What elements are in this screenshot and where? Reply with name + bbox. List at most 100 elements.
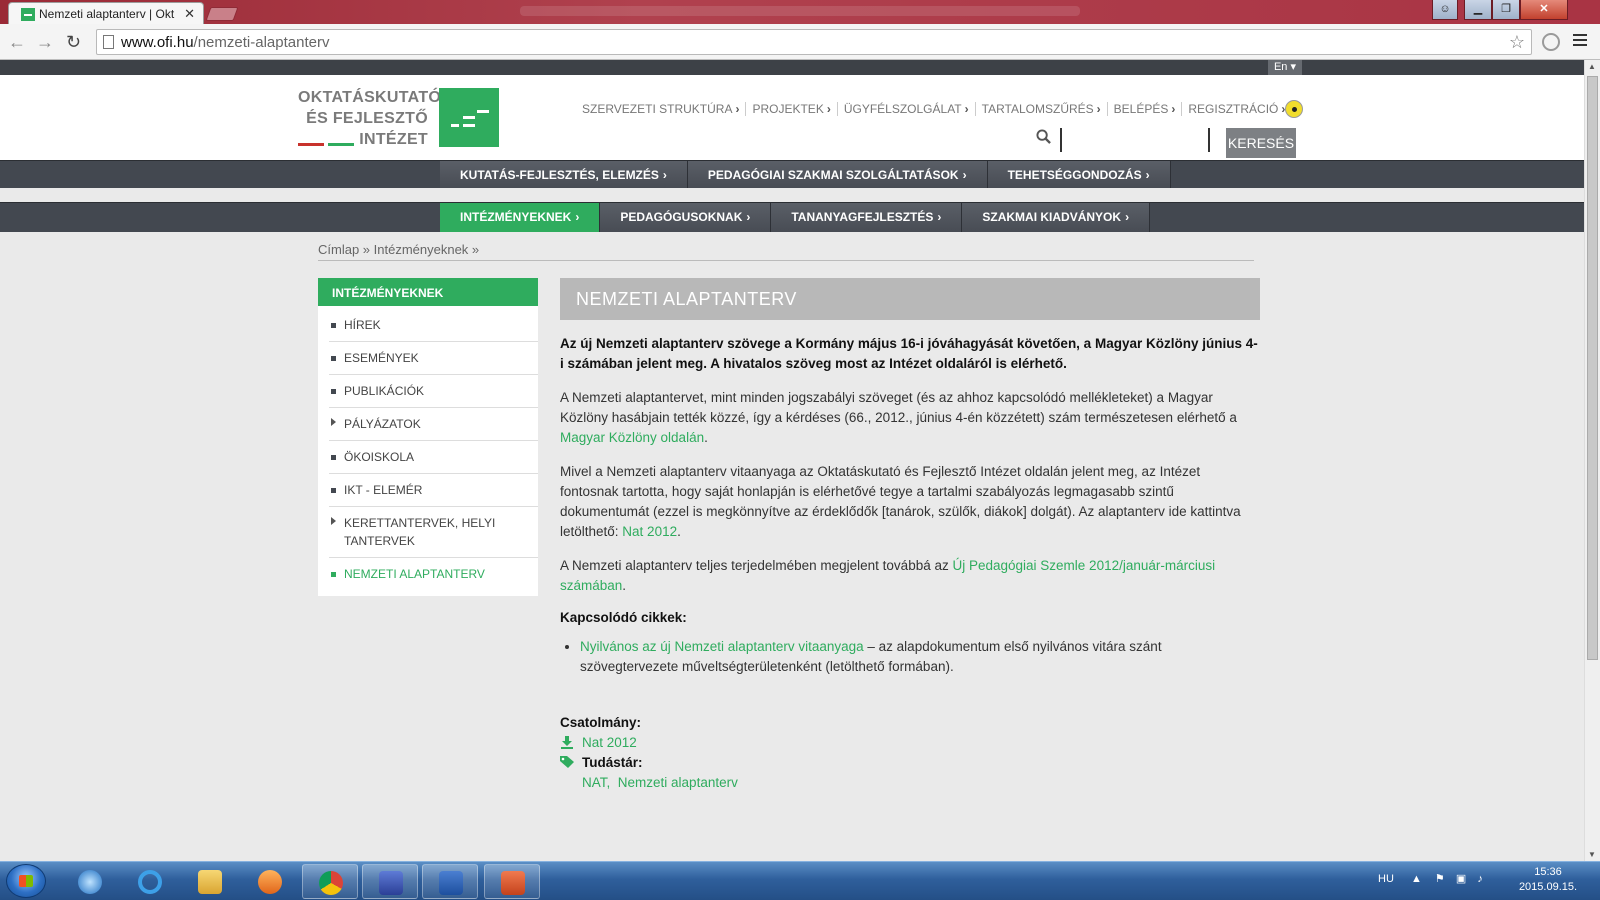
profile-icon[interactable]: ☺: [1432, 0, 1458, 20]
topnav-projektek[interactable]: PROJEKTEK ›: [745, 102, 836, 116]
input-language[interactable]: HU: [1378, 873, 1394, 885]
action-center-flag-icon[interactable]: ⚑: [1435, 873, 1445, 885]
download-icon[interactable]: [560, 735, 574, 749]
topnav-belepes[interactable]: BELÉPÉS ›: [1106, 102, 1182, 116]
topnav-label: REGISZTRÁCIÓ: [1188, 102, 1279, 116]
browser-tab[interactable]: Nemzeti alaptanterv | Okt ✕: [8, 2, 204, 24]
window-titlebar: Nemzeti alaptanterv | Okt ✕ ☺ ▁ ❐ ✕: [0, 0, 1600, 24]
page-viewport: En ▾ OKTATÁSKUTATÓ ÉS FEJLESZTŐ INTÉZET …: [0, 60, 1584, 861]
taskbar-app-internet-explorer[interactable]: [122, 864, 178, 899]
chevron-right-icon: ›: [962, 168, 967, 182]
chevron-right-icon: ›: [937, 210, 942, 224]
sidebar-item-publikaciok[interactable]: PUBLIKÁCIÓK: [329, 375, 538, 408]
attachment-link[interactable]: Nat 2012: [582, 735, 637, 750]
nav-pedagogiai-szolgaltatasok[interactable]: PEDAGÓGIAI SZAKMAI SZOLGÁLTATÁSOK ›: [687, 161, 988, 188]
attachments-section: Csatolmány: Nat 2012 Tudástár: NAT, Nemz…: [560, 713, 1260, 793]
sidebar-item-okoiskola[interactable]: ÖKOISKOLA: [329, 441, 538, 474]
chevron-right-icon: ›: [1171, 102, 1176, 116]
sidebar-item-ikt-elemer[interactable]: IKT - ELEMÉR: [329, 474, 538, 507]
show-hidden-icons-icon[interactable]: ▲: [1411, 873, 1422, 885]
topnav-szervezeti-struktura[interactable]: SZERVEZETI STRUKTÚRA ›: [576, 102, 745, 116]
topnav-label: ÜGYFÉLSZOLGÁLAT: [843, 102, 962, 116]
nav-kutatas-fejlesztes[interactable]: KUTATÁS-FEJLESZTÉS, ELEMZÉS ›: [440, 161, 688, 188]
nav-label: SZAKMAI KIADVÁNYOK: [982, 210, 1122, 224]
page-scrollbar[interactable]: ▲ ▼: [1584, 60, 1600, 861]
nav-pedagogusoknak[interactable]: PEDAGÓGUSOKNAK ›: [600, 203, 772, 232]
floppy-disk-icon: [379, 871, 403, 895]
system-clock[interactable]: 15:36 2015.09.15.: [1508, 865, 1588, 895]
related-article-link[interactable]: Nyilvános az új Nemzeti alaptanterv vita…: [580, 639, 864, 654]
taskbar-app-chrome[interactable]: [302, 864, 358, 899]
taskbar-app-browser-blue[interactable]: [62, 864, 118, 899]
scroll-down-icon[interactable]: ▼: [1588, 850, 1596, 859]
taskbar-app-explorer[interactable]: [182, 864, 238, 899]
taskbar-app-powerpoint[interactable]: [484, 864, 540, 899]
related-articles-list: Nyilvános az új Nemzeti alaptanterv vita…: [560, 637, 1260, 677]
nat-2012-link[interactable]: Nat 2012: [622, 524, 677, 539]
topnav-tartalomszures[interactable]: TARTALOMSZŰRÉS ›: [974, 102, 1107, 116]
breadcrumb[interactable]: Címlap » Intézményeknek »: [318, 242, 479, 257]
top-navigation: SZERVEZETI STRUKTÚRA › PROJEKTEK › ÜGYFÉLSZO…: [576, 101, 1291, 117]
sidebar-header[interactable]: INTÉZMÉNYEKNEK: [318, 278, 538, 306]
system-tray: HU ▲ ⚑ ▣ ♪: [1378, 872, 1483, 885]
browser-menu-icon[interactable]: [1573, 34, 1587, 49]
nav-label: PEDAGÓGIAI SZAKMAI SZOLGÁLTATÁSOK: [707, 168, 959, 182]
taskbar-app-word[interactable]: [422, 864, 478, 899]
start-button[interactable]: [6, 864, 46, 898]
taskbar-app-media-player[interactable]: [242, 864, 298, 899]
ie-icon: [138, 870, 162, 894]
search-icon[interactable]: [1036, 129, 1051, 144]
nav-label: TEHETSÉGGONDOZÁS: [1007, 168, 1142, 182]
site-favicon-icon: [21, 8, 35, 21]
maximize-button[interactable]: ❐: [1492, 0, 1520, 20]
minimize-button[interactable]: ▁: [1464, 0, 1492, 20]
taskbar-app-save[interactable]: [362, 864, 418, 899]
topnav-regisztracio[interactable]: REGISZTRÁCIÓ ›: [1181, 102, 1291, 116]
site-logo-text[interactable]: OKTATÁSKUTATÓ ÉS FEJLESZTŐ INTÉZET: [298, 87, 441, 150]
tag-link[interactable]: Nemzeti alaptanterv: [618, 775, 738, 790]
sidebar-item-esemenyek[interactable]: ESEMÉNYEK: [329, 342, 538, 375]
search-button[interactable]: KERESÉS: [1226, 128, 1296, 158]
nav-intezmenyeknek[interactable]: INTÉZMÉNYEKNEK ›: [440, 203, 601, 232]
new-tab-button[interactable]: [205, 7, 239, 21]
article-paragraph: A Nemzeti alaptanterv teljes terjedelméb…: [560, 556, 1260, 596]
sidebar-item-hirek[interactable]: HÍREK: [329, 309, 538, 342]
nav-label: TANANYAGFEJLESZTÉS: [791, 210, 934, 224]
nav-tehetseggondozas[interactable]: TEHETSÉGGONDOZÁS ›: [987, 161, 1171, 188]
url-text[interactable]: www.ofi.hu/nemzeti-alaptanterv: [121, 34, 329, 51]
sidebar-item-palyazatok[interactable]: PÁLYÁZATOK: [329, 408, 538, 441]
tag-link[interactable]: NAT,: [582, 775, 610, 790]
address-bar[interactable]: www.ofi.hu/nemzeti-alaptanterv ☆: [96, 29, 1532, 55]
sidebar-item-label: IKT - ELEMÉR: [344, 483, 423, 497]
scrollbar-thumb[interactable]: [1587, 76, 1598, 660]
magyar-kozlony-link[interactable]: Magyar Közlöny oldalán: [560, 430, 704, 445]
tab-close-icon[interactable]: ✕: [184, 6, 195, 22]
close-window-button[interactable]: ✕: [1520, 0, 1568, 20]
accessibility-icon[interactable]: [1285, 100, 1303, 118]
back-button[interactable]: ←: [8, 32, 26, 52]
volume-icon[interactable]: ♪: [1477, 873, 1483, 885]
chevron-right-icon: ›: [964, 102, 969, 116]
nav-szakmai-kiadvanyok[interactable]: SZAKMAI KIADVÁNYOK ›: [962, 203, 1151, 232]
bookmark-star-icon[interactable]: ☆: [1509, 32, 1525, 53]
article-lead: Az új Nemzeti alaptanterv szövege a Korm…: [560, 336, 1258, 371]
network-icon[interactable]: ▣: [1456, 873, 1466, 885]
site-logo-icon[interactable]: [439, 88, 499, 147]
scroll-up-icon[interactable]: ▲: [1588, 62, 1596, 71]
bullet-icon: [331, 323, 336, 328]
forward-button[interactable]: →: [36, 32, 54, 52]
nav-label: INTÉZMÉNYEKNEK: [460, 210, 572, 224]
logo-line: INTÉZET: [359, 131, 428, 148]
extension-icon[interactable]: [1542, 33, 1560, 51]
search-input[interactable]: [1060, 128, 1210, 152]
language-selector[interactable]: En ▾: [1268, 60, 1302, 75]
nav-tananyagfejlesztes[interactable]: TANANYAGFEJLESZTÉS ›: [771, 203, 963, 232]
sidebar-item-kerettantervek[interactable]: KERETTANTERVEK, HELYI TANTERVEK: [329, 507, 538, 558]
chevron-right-icon: ›: [746, 210, 751, 224]
nav-label: KUTATÁS-FEJLESZTÉS, ELEMZÉS: [460, 168, 659, 182]
window-title-blur: [520, 6, 1080, 16]
topnav-ugyfelszolgalat[interactable]: ÜGYFÉLSZOLGÁLAT ›: [836, 102, 975, 116]
article: NEMZETI ALAPTANTERV Az új Nemzeti alapta…: [560, 278, 1260, 793]
sidebar-item-nemzeti-alaptanterv[interactable]: NEMZETI ALAPTANTERV: [329, 558, 538, 590]
reload-button[interactable]: ↻: [66, 32, 81, 52]
